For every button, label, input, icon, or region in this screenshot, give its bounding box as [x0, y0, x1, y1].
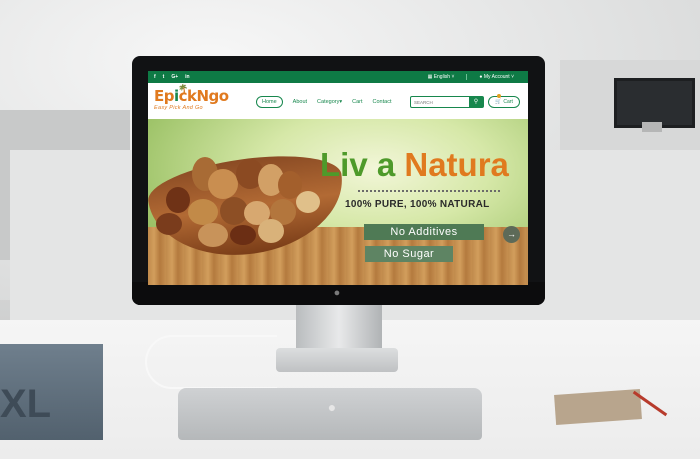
- badge-no-sugar: No Sugar: [365, 246, 453, 262]
- chevron-down-icon: ˅: [451, 74, 455, 80]
- nav-home[interactable]: Home: [256, 96, 283, 108]
- scene: ● f t G+ in ▦ English ˅ ● My Account ˅ E…: [0, 0, 700, 459]
- top-bar-right: ▦ English ˅ ● My Account ˅: [428, 74, 514, 80]
- nav-about[interactable]: About: [293, 99, 307, 105]
- cart-button[interactable]: 🛒 Cart: [488, 94, 520, 108]
- nav-contact[interactable]: Contact: [373, 99, 392, 105]
- nut: [208, 169, 238, 199]
- site-logo[interactable]: EpickNgo 🌴 Easy Pick And Go: [154, 84, 229, 115]
- chevron-down-icon: ˅: [511, 74, 514, 80]
- site-header: EpickNgo 🌴 Easy Pick And Go Home About C…: [148, 83, 528, 119]
- nut: [188, 199, 218, 225]
- nut: [166, 187, 190, 213]
- book-label: XL: [0, 382, 52, 426]
- flag-icon: ▦: [427, 74, 433, 80]
- nut: [296, 191, 320, 213]
- badge-no-additives: No Additives: [364, 224, 484, 240]
- cart-icon: 🛒: [495, 99, 502, 105]
- background-monitor-stand: [642, 122, 662, 132]
- language-selector[interactable]: ▦ English ˅: [428, 74, 455, 80]
- logo-text-ep: Ep: [154, 87, 174, 105]
- nut: [198, 223, 228, 247]
- cart-badge: [497, 94, 501, 98]
- palm-tree-icon: 🌴: [178, 84, 188, 93]
- nav-cart[interactable]: Cart: [352, 99, 362, 105]
- account-menu[interactable]: ● My Account ˅: [479, 74, 514, 80]
- logo-tagline: Easy Pick And Go: [154, 105, 203, 111]
- apple-logo-icon: ●: [333, 287, 341, 299]
- user-icon: ●: [479, 74, 483, 80]
- nut: [258, 219, 284, 243]
- cart-label: Cart: [503, 99, 513, 105]
- nut: [156, 213, 182, 235]
- social-links: f t G+ in: [154, 74, 190, 80]
- nav-category[interactable]: Category▾: [317, 99, 342, 105]
- hero-headline: Liv a Natura: [320, 147, 509, 183]
- cable: [145, 335, 277, 389]
- logo-wordmark: EpickNgo: [154, 87, 229, 105]
- language-label: English: [433, 74, 451, 80]
- twitter-icon[interactable]: t: [163, 74, 165, 80]
- hero-tagline: 100% PURE, 100% NATURAL: [345, 199, 490, 210]
- top-bar: f t G+ in ▦ English ˅ ● My Account ˅: [148, 71, 528, 83]
- hero-banner: Liv a Natura 100% PURE, 100% NATURAL No …: [148, 119, 528, 285]
- google-plus-icon[interactable]: G+: [171, 74, 178, 80]
- laptop-logo-icon: ●: [327, 399, 337, 415]
- search-input[interactable]: [411, 98, 466, 106]
- nav-category-label: Category: [317, 99, 340, 105]
- monitor-stand-foot: [276, 348, 398, 372]
- headline-part-1: Liv a: [320, 146, 396, 183]
- website-screen: f t G+ in ▦ English ˅ ● My Account ˅ Epi…: [148, 71, 528, 285]
- dotted-divider: [358, 190, 500, 192]
- headline-part-2: Natura: [404, 146, 509, 183]
- background-monitor: [614, 78, 695, 128]
- linkedin-icon[interactable]: in: [185, 74, 189, 80]
- search-bar: ⚲: [410, 96, 484, 108]
- monitor-stand: [296, 305, 382, 350]
- main-nav: Home About Category▾ Cart Contact: [256, 96, 392, 108]
- nut: [230, 225, 256, 245]
- notebook: [554, 389, 642, 425]
- caret-down-icon: ▾: [339, 99, 343, 105]
- search-icon[interactable]: ⚲: [469, 97, 483, 107]
- facebook-icon[interactable]: f: [154, 74, 156, 80]
- top-bar-divider: [466, 74, 468, 80]
- slider-next-button[interactable]: →: [503, 226, 520, 243]
- account-label: My Account: [483, 74, 510, 80]
